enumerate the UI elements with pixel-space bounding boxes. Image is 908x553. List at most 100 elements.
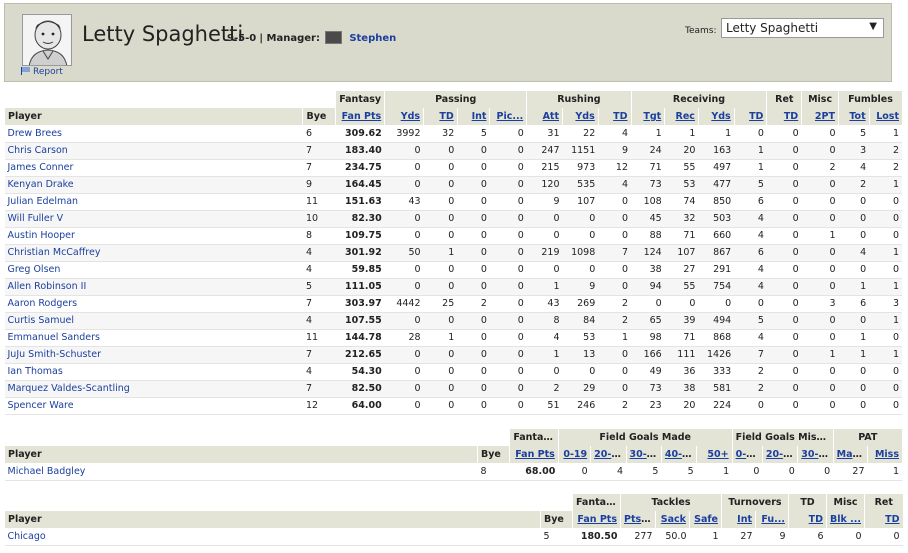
player-link[interactable]: Julian Edelman [8,196,79,207]
column-header[interactable]: Tot [837,108,870,125]
teams-select[interactable]: Letty Spaghetti ▼ [721,18,884,38]
column-header[interactable]: Int [721,511,756,528]
column-header[interactable]: Blk ... [826,511,865,528]
sort-link[interactable]: 20-29 [594,449,624,460]
sort-link[interactable]: Fu... [761,514,785,525]
player-link[interactable]: Michael Badgley [8,466,86,477]
column-header[interactable]: 30-39 [797,446,834,463]
player-link[interactable]: Drew Brees [8,128,63,139]
stat-cell: 0 [384,142,424,160]
sort-link[interactable]: Miss [875,449,899,460]
column-header[interactable]: Att [526,108,563,125]
column-header[interactable]: Int [456,108,490,125]
sort-link[interactable]: TD [885,514,899,525]
column-header[interactable]: Yds [384,108,424,125]
column-header[interactable]: Pic... [489,108,527,125]
report-link[interactable]: Report [21,67,63,77]
sort-link[interactable]: TD [439,111,453,122]
manager-link[interactable]: Stephen [349,33,396,44]
column-header[interactable]: Pts ... [620,511,656,528]
column-header[interactable]: Sack [655,511,690,528]
player-link[interactable]: Austin Hooper [8,230,75,241]
sort-link[interactable]: Fan Pts [577,514,617,525]
player-link[interactable]: Greg Olsen [8,264,61,275]
column-header[interactable]: 2PT [801,108,839,125]
column-header[interactable]: 20-29 [590,446,626,463]
sort-link[interactable]: 2PT [815,111,835,122]
column-header[interactable]: Fan Pts [509,446,559,463]
column-header[interactable]: Lost [868,108,902,125]
sort-link[interactable]: TD [784,111,798,122]
sort-link[interactable]: Made [837,449,866,460]
stat-cell: 4 [598,176,631,194]
column-header[interactable]: TD [597,108,631,125]
player-link[interactable]: Christian McCaffrey [8,247,101,258]
column-header[interactable]: Fan Pts [335,108,385,125]
stat-cell: 0 [838,397,870,415]
column-header[interactable]: Fan Pts [572,511,621,528]
player-link[interactable]: Emmanuel Sanders [8,332,100,343]
column-header[interactable]: Yds [697,108,735,125]
sort-link[interactable]: Tot [849,111,865,122]
player-link[interactable]: Spencer Ware [8,400,74,411]
sort-link[interactable]: Yds [401,111,420,122]
player-link[interactable]: Kenyan Drake [8,179,74,190]
player-link[interactable]: Chris Carson [8,145,68,156]
sort-link[interactable]: Sack [661,514,686,525]
player-link[interactable]: Aaron Rodgers [8,298,78,309]
sort-link[interactable]: Lost [876,111,899,122]
player-link[interactable]: Marquez Valdes-Scantling [8,383,130,394]
column-header[interactable]: 0-19 [731,446,763,463]
sort-link[interactable]: 30-39 [801,449,831,460]
player-link[interactable]: Curtis Samuel [8,315,75,326]
sort-link[interactable]: Pts ... [624,514,655,525]
column-header[interactable]: TD [788,511,827,528]
stat-cell: 0 [489,159,527,177]
sort-link[interactable]: 0-19 [563,449,587,460]
column-header[interactable]: TD [733,108,767,125]
player-link[interactable]: James Conner [8,162,74,173]
column-header[interactable]: 40-49 [660,446,697,463]
sort-link[interactable]: Yds [575,111,594,122]
stat-cell: 0 [457,261,490,279]
sort-link[interactable]: Int [737,514,752,525]
sort-link[interactable]: Safe [694,514,718,525]
column-header[interactable]: TD [766,108,802,125]
column-header[interactable]: Miss [867,446,902,463]
column-header[interactable]: 20-29 [761,446,798,463]
column-header[interactable]: TD [423,108,458,125]
player-link[interactable]: Will Fuller V [8,213,64,224]
sort-link[interactable]: TD [809,514,823,525]
sort-link[interactable]: Att [543,111,559,122]
column-header[interactable]: 30-39 [625,446,662,463]
sort-link[interactable]: Blk ... [830,514,861,525]
player-link[interactable]: Chicago [8,531,46,542]
sort-link[interactable]: Pic... [497,111,524,122]
sort-link[interactable]: 50+ [707,449,728,460]
player-link[interactable]: Allen Robinson II [8,281,87,292]
column-header[interactable]: Safe [689,511,722,528]
sort-link[interactable]: TD [749,111,763,122]
column-header[interactable]: 0-19 [557,446,591,463]
sort-link[interactable]: Tgt [643,111,661,122]
player-link[interactable]: Ian Thomas [8,366,63,377]
column-header[interactable]: TD [864,511,903,528]
sort-link[interactable]: Yds [711,111,730,122]
sort-link[interactable]: TD [613,111,627,122]
stat-cell: 0 [562,210,599,228]
sort-link[interactable]: Fan Pts [515,449,555,460]
column-header[interactable]: Tgt [630,108,665,125]
sort-link[interactable]: Int [472,111,487,122]
sort-link[interactable]: Fan Pts [342,111,382,122]
column-header[interactable]: Made [832,446,868,463]
sort-link[interactable]: 20-29 [766,449,796,460]
column-header[interactable]: Yds [562,108,599,125]
sort-link[interactable]: 40-49 [665,449,695,460]
sort-link[interactable]: 0-19 [736,449,760,460]
column-header[interactable]: Fu... [755,511,789,528]
column-header[interactable]: 50+ [696,446,733,463]
player-link[interactable]: JuJu Smith-Schuster [8,349,101,360]
sort-link[interactable]: Rec [676,111,695,122]
sort-link[interactable]: 30-39 [630,449,660,460]
column-header[interactable]: Rec [664,108,699,125]
